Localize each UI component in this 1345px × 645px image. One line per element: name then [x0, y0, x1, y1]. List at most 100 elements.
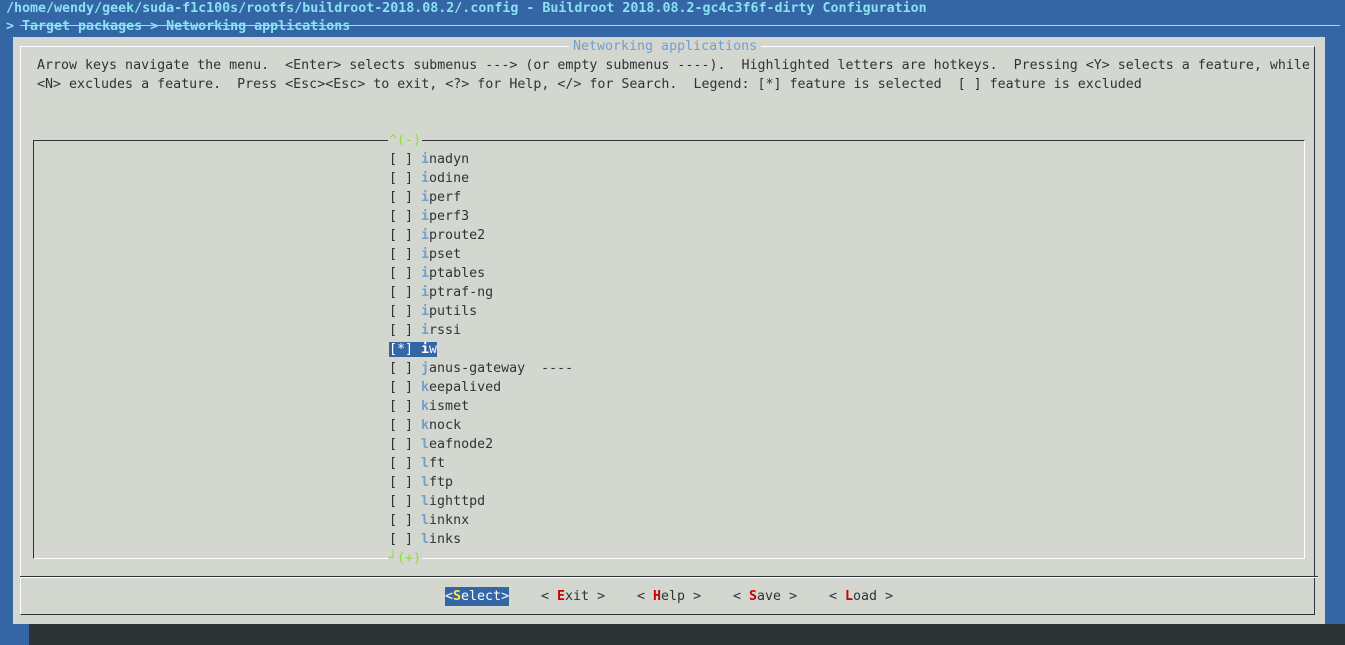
menu-item-label: ptraf-ng [429, 285, 494, 300]
hotkey-letter: i [421, 190, 430, 205]
checkbox[interactable]: [ ] [389, 304, 421, 319]
dialog-shadow [29, 624, 1345, 645]
menu-item-content: [ ] iptables [389, 266, 485, 281]
checkbox[interactable]: [ ] [389, 380, 421, 395]
menu-item-content: [ ] lft [389, 456, 445, 471]
menu-item[interactable]: [ ] leafnode2 [389, 435, 493, 454]
menu-item[interactable]: [*] iw [389, 340, 438, 359]
menu-item[interactable]: [ ] ipset [389, 245, 461, 264]
hotkey-letter: l [421, 475, 430, 490]
menu-item-content: [ ] kismet [389, 399, 469, 414]
menu-item[interactable]: [ ] janus-gateway ---- [389, 359, 573, 378]
menu-item-content: [ ] inadyn [389, 152, 469, 167]
menu-item[interactable]: [ ] iperf3 [389, 207, 469, 226]
menu-item-label: nadyn [429, 152, 470, 167]
menu-item-label: anus-gateway [429, 361, 526, 376]
hotkey-letter: i [421, 342, 430, 357]
menu-item[interactable]: [ ] lft [389, 454, 445, 473]
checkbox[interactable]: [ ] [389, 266, 421, 281]
menu-item-content: [ ] janus-gateway [389, 361, 525, 376]
menu-item-content: [ ] iptraf-ng [389, 285, 493, 300]
menu-item-label: ftp [429, 475, 454, 490]
menu-item-content: [ ] iperf3 [389, 209, 469, 224]
checkbox[interactable]: [ ] [389, 323, 421, 338]
save-button[interactable]: < Save > [733, 587, 797, 606]
checkbox[interactable]: [ ] [389, 361, 421, 376]
checkbox[interactable]: [ ] [389, 475, 421, 490]
breadcrumb-divider [20, 25, 1340, 26]
hotkey-letter: i [421, 228, 430, 243]
menu-item-content: [ ] linknx [389, 513, 469, 528]
select-button[interactable]: <Select> [445, 587, 510, 606]
breadcrumb: > Target packages > Networking applicati… [6, 19, 351, 34]
checkbox[interactable]: [ ] [389, 437, 421, 452]
checkbox[interactable]: [ ] [389, 171, 421, 186]
menu-item[interactable]: [ ] iptraf-ng [389, 283, 493, 302]
checkbox[interactable]: [ ] [389, 513, 421, 528]
checkbox[interactable]: [ ] [389, 152, 421, 167]
menu-item-content: [ ] links [389, 532, 461, 547]
menu-item-label: inknx [429, 513, 470, 528]
hotkey-letter: S [453, 589, 462, 604]
menu-item-label: nock [429, 418, 462, 433]
menu-dialog: Networking applications Arrow keys navig… [13, 37, 1325, 624]
hotkey-letter: k [421, 418, 430, 433]
menu-item[interactable]: [ ] irssi [389, 321, 461, 340]
hotkey-letter: i [421, 171, 430, 186]
load-button[interactable]: < Load > [829, 587, 893, 606]
help-button[interactable]: < Help > [637, 587, 701, 606]
hotkey-letter: i [421, 285, 430, 300]
button-divider-highlight [20, 577, 1318, 578]
checkbox[interactable]: [*] [389, 342, 421, 357]
exit-button[interactable]: < Exit > [541, 587, 605, 606]
hotkey-letter: S [749, 589, 758, 604]
hotkey-letter: i [421, 304, 430, 319]
checkbox[interactable]: [ ] [389, 228, 421, 243]
dialog-title: Networking applications [569, 37, 762, 56]
menu-item[interactable]: [ ] iptables [389, 264, 485, 283]
hotkey-letter: l [421, 532, 430, 547]
checkbox[interactable]: [ ] [389, 285, 421, 300]
menu-item[interactable]: [ ] keepalived [389, 378, 501, 397]
menu-item-content: [ ] lighttpd [389, 494, 485, 509]
hotkey-letter: i [421, 152, 430, 167]
menu-item-content: [ ] iproute2 [389, 228, 485, 243]
checkbox[interactable]: [ ] [389, 494, 421, 509]
menu-item-label: ptables [429, 266, 486, 281]
scroll-down-indicator: ┘(+) [388, 549, 423, 568]
checkbox[interactable]: [ ] [389, 418, 421, 433]
checkbox[interactable]: [ ] [389, 209, 421, 224]
menu-item[interactable]: [ ] iproute2 [389, 226, 485, 245]
menu-item-label: pset [429, 247, 462, 262]
scroll-up-indicator: ^(-) [388, 131, 423, 150]
hotkey-letter: l [421, 494, 430, 509]
menu-item[interactable]: [ ] iodine [389, 169, 469, 188]
checkbox[interactable]: [ ] [389, 190, 421, 205]
menu-item[interactable]: [ ] links [389, 530, 461, 549]
menu-item-content: [ ] lftp [389, 475, 453, 490]
menu-item-label: rssi [429, 323, 462, 338]
menu-item[interactable]: [ ] iputils [389, 302, 477, 321]
menu-item[interactable]: [ ] knock [389, 416, 461, 435]
menu-item[interactable]: [ ] lftp [389, 473, 453, 492]
window-title: /home/wendy/geek/suda-f1c100s/rootfs/bui… [6, 1, 927, 16]
menu-item-label: ighttpd [429, 494, 486, 509]
hotkey-letter: l [421, 456, 430, 471]
checkbox[interactable]: [ ] [389, 247, 421, 262]
menu-item[interactable]: [ ] iperf [389, 188, 461, 207]
menu-item[interactable]: [ ] linknx [389, 511, 469, 530]
menu-item-label: inks [429, 532, 462, 547]
menu-item-label: eafnode2 [429, 437, 494, 452]
hotkey-letter: i [421, 266, 430, 281]
menu-item-label: w [429, 342, 438, 357]
menu-item[interactable]: [ ] inadyn [389, 150, 469, 169]
menu-item-content: [ ] ipset [389, 247, 461, 262]
hotkey-letter: H [653, 589, 662, 604]
menu-item[interactable]: [ ] kismet [389, 397, 469, 416]
checkbox[interactable]: [ ] [389, 532, 421, 547]
menu-item[interactable]: [ ] lighttpd [389, 492, 485, 511]
checkbox[interactable]: [ ] [389, 399, 421, 414]
menu-item-content: [ ] irssi [389, 323, 461, 338]
help-text: Arrow keys navigate the menu. <Enter> se… [37, 56, 1310, 94]
checkbox[interactable]: [ ] [389, 456, 421, 471]
